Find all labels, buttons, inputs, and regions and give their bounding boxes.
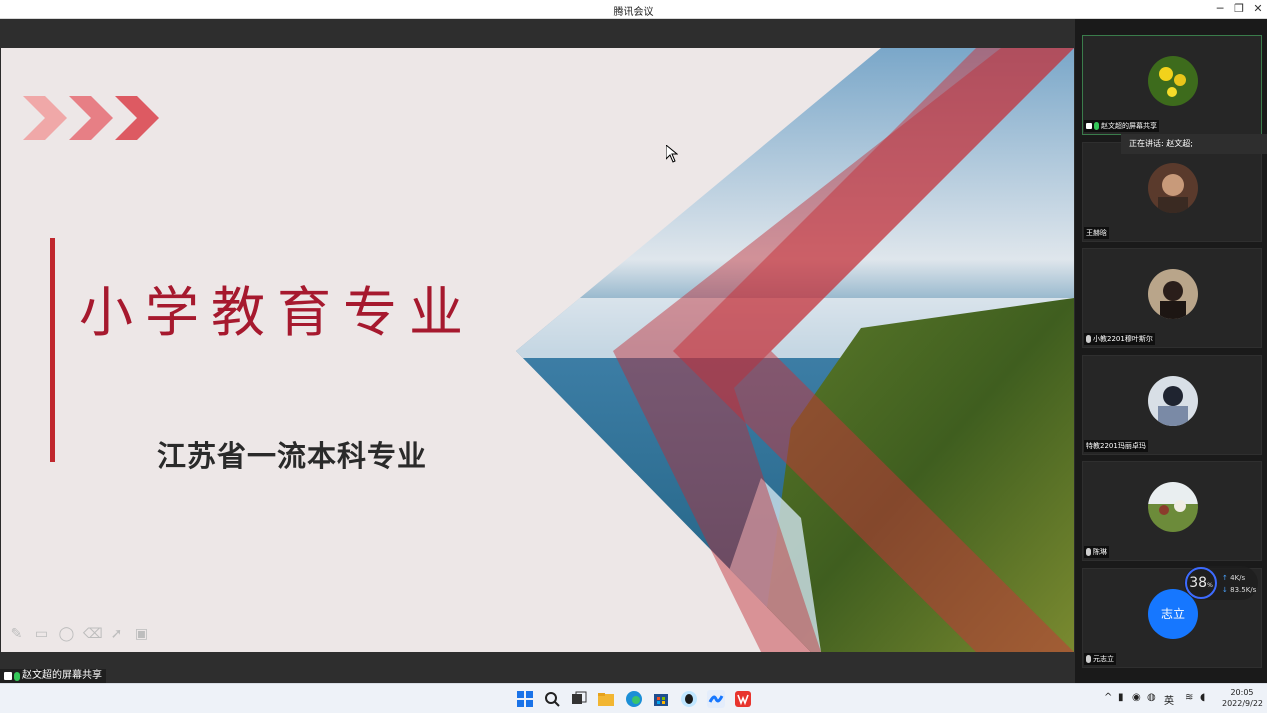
mouse-cursor-icon <box>666 145 678 163</box>
participant-tile[interactable]: 小教2201穆叶斯尔 <box>1082 248 1262 348</box>
qq-icon[interactable] <box>680 690 698 708</box>
tencent-meeting-icon[interactable] <box>707 690 725 708</box>
rectangle-icon[interactable]: ▭ <box>33 626 50 643</box>
screen-share-text: 赵文超的屏幕共享 <box>22 670 102 681</box>
task-view-icon[interactable] <box>570 690 588 708</box>
screen-share-icon <box>4 672 12 680</box>
participant-name: 小教2201穆叶斯尔 <box>1084 333 1155 345</box>
mic-icon <box>1094 122 1099 130</box>
clock-date: 2022/9/22 <box>1222 699 1264 708</box>
volume-icon[interactable]: ◖ <box>1200 692 1205 703</box>
participant-name: 陈琳 <box>1084 546 1109 558</box>
store-icon[interactable] <box>652 690 670 708</box>
wifi-icon[interactable]: ≋ <box>1185 692 1193 703</box>
taskbar: ^ ▮ ◉ ◍ 英 ≋ ◖ 20:05 2022/9/22 <box>0 683 1267 713</box>
search-icon[interactable] <box>543 690 561 708</box>
pointer-icon[interactable]: ➚ <box>108 626 125 643</box>
screen-share-icon <box>1086 123 1092 129</box>
upload-speed: ↑ 4K/s <box>1222 574 1246 582</box>
chevron-decoration-icon <box>115 96 159 140</box>
avatar <box>1148 269 1198 319</box>
network-monitor-widget[interactable]: 38% ↑ 4K/s ↓ 83.5K/s <box>1184 566 1258 600</box>
input-method-indicator[interactable]: 英 <box>1164 692 1174 707</box>
tray-app2-icon[interactable]: ◍ <box>1147 692 1156 703</box>
slide-artwork <box>516 48 1074 652</box>
presentation-slide: 小学教育专业 江苏省一流本科专业 <box>1 48 1074 652</box>
participant-name: 王赫晗 <box>1084 227 1109 239</box>
participant-tile[interactable]: 赵文超的屏幕共享 <box>1082 35 1262 135</box>
mic-icon <box>14 671 20 681</box>
annotation-toolbar: ✎ ▭ ◯ ⌫ ➚ ▣ <box>8 626 150 646</box>
system-clock[interactable]: 20:05 2022/9/22 <box>1222 687 1264 709</box>
camera-icon[interactable]: ▣ <box>133 626 150 643</box>
shared-screen-area: 小学教育专业 江苏省一流本科专业 <box>0 19 1075 683</box>
mic-muted-icon <box>1086 548 1091 556</box>
stage-bottom-bar <box>0 652 1075 683</box>
pen-icon[interactable]: ✎ <box>8 626 25 643</box>
clock-time: 20:05 <box>1230 688 1254 697</box>
participant-name: 元志立 <box>1084 653 1116 665</box>
slide-subtitle: 江苏省一流本科专业 <box>157 439 428 473</box>
tray-qq-icon[interactable]: ◉ <box>1132 692 1141 703</box>
participant-name: 特教2201玛丽卓玛 <box>1084 440 1148 452</box>
start-icon[interactable] <box>516 690 534 708</box>
slide-red-bar <box>50 238 55 462</box>
speaking-indicator: 正在讲话: 赵文超; <box>1121 134 1267 154</box>
slide-title: 小学教育专业 <box>79 281 475 344</box>
stage-top-bar <box>0 19 1075 48</box>
minimize-icon[interactable]: ─ <box>1211 1 1229 17</box>
chevron-decoration-icon <box>23 96 67 140</box>
participant-tile[interactable]: 王赫晗 <box>1082 142 1262 242</box>
mic-muted-icon <box>1086 655 1091 663</box>
eraser-icon[interactable]: ⌫ <box>83 626 103 643</box>
participant-tile[interactable]: 特教2201玛丽卓玛 <box>1082 355 1262 455</box>
tray-app-icon[interactable]: ▮ <box>1118 692 1124 703</box>
window-titlebar: 腾讯会议 ─ ❐ ✕ <box>0 0 1267 19</box>
mic-muted-icon <box>1086 335 1091 343</box>
participant-name: 赵文超的屏幕共享 <box>1084 120 1159 132</box>
usage-percent: 38% <box>1185 567 1217 599</box>
participant-tile[interactable]: 陈琳 <box>1082 461 1262 561</box>
window-title: 腾讯会议 <box>613 7 654 18</box>
wps-icon[interactable] <box>734 690 752 708</box>
edge-browser-icon[interactable] <box>625 690 643 708</box>
avatar <box>1148 163 1198 213</box>
file-explorer-icon[interactable] <box>597 690 615 708</box>
restore-icon[interactable]: ❐ <box>1230 1 1248 17</box>
ellipse-icon[interactable]: ◯ <box>58 626 75 643</box>
tray-chevron-icon[interactable]: ^ <box>1104 692 1112 703</box>
avatar <box>1148 56 1198 106</box>
close-icon[interactable]: ✕ <box>1249 1 1267 17</box>
avatar <box>1148 482 1198 532</box>
download-speed: ↓ 83.5K/s <box>1222 586 1257 594</box>
chevron-decoration-icon <box>69 96 113 140</box>
screen-share-label: 赵文超的屏幕共享 <box>0 669 106 683</box>
avatar <box>1148 376 1198 426</box>
